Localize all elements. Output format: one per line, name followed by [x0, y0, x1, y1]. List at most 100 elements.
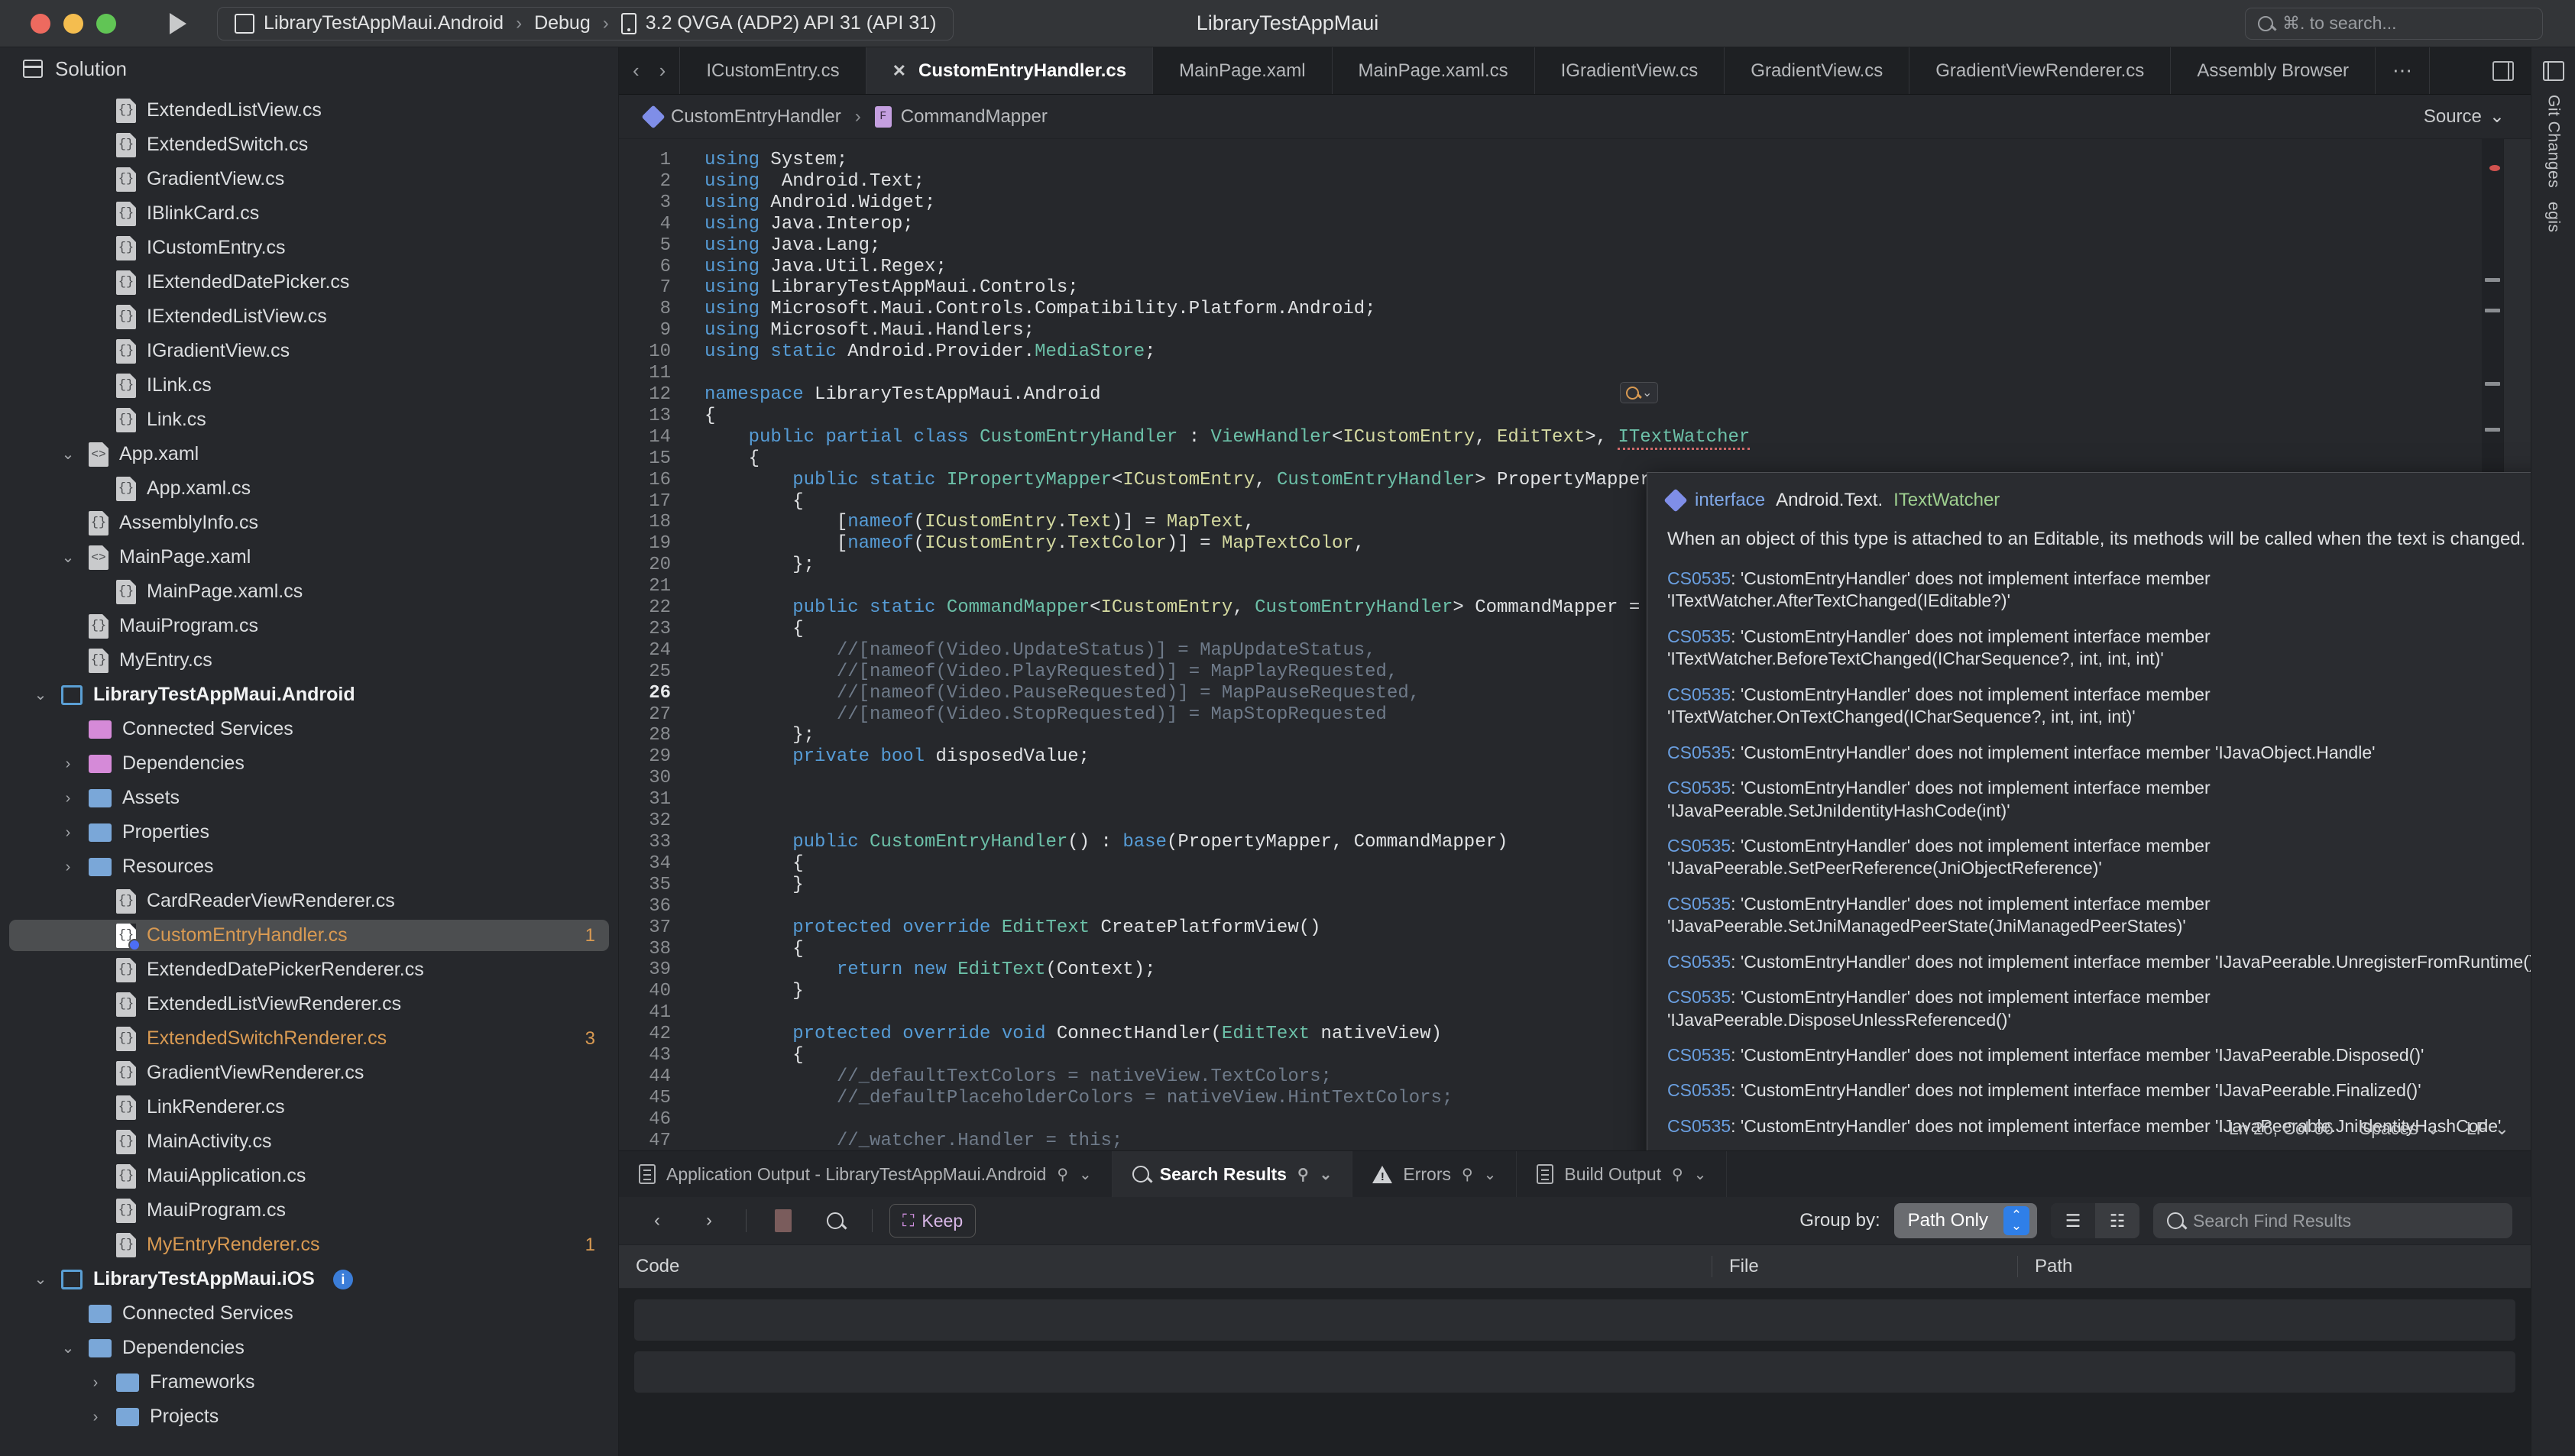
bottom-panel-tab[interactable]: Build Output ⚲ ⌄ — [1517, 1151, 1728, 1197]
solution-tree-item[interactable]: ⌄ Dependencies — [0, 1331, 618, 1365]
solution-tree-item[interactable]: {} ExtendedSwitch.cs — [0, 128, 618, 162]
bottom-panel-tab[interactable]: Search Results ⚲ ⌄ — [1112, 1151, 1353, 1197]
solution-tree-item[interactable]: {} ExtendedListViewRenderer.cs — [0, 987, 618, 1021]
solution-tree-item[interactable]: {} App.xaml.cs — [0, 471, 618, 506]
run-button[interactable] — [160, 6, 196, 41]
solution-tree-item[interactable]: {} IBlinkCard.cs — [0, 196, 618, 231]
maximize-window-button[interactable] — [96, 13, 116, 34]
tab-nav-next-button[interactable]: › — [659, 59, 666, 83]
solution-tree-item[interactable]: {} ExtendedListView.cs — [0, 93, 618, 128]
group-by-select[interactable]: Path Only ⌃ ⌄ — [1893, 1203, 2037, 1238]
pin-icon[interactable]: ⚲ — [1297, 1165, 1309, 1184]
chevron-down-icon[interactable]: ⌄ — [58, 1341, 78, 1356]
solution-tree-item[interactable]: Connected Services — [0, 712, 618, 746]
keep-results-button[interactable]: ⛶ Keep — [889, 1204, 977, 1238]
solution-tree-item[interactable]: ⌄ <> App.xaml — [0, 437, 618, 471]
editor-tab[interactable]: GradientViewRenderer.cs — [1909, 47, 2172, 94]
chevron-down-icon[interactable]: ⌄ — [58, 550, 78, 565]
stop-search-button[interactable] — [763, 1204, 803, 1238]
solution-tree[interactable]: {} ExtendedListView.cs {} ExtendedSwitch.cs… — [0, 90, 618, 1456]
solution-tree-item[interactable]: › Frameworks — [0, 1365, 618, 1399]
solution-tree-item[interactable]: ⌄ <> MainPage.xaml — [0, 540, 618, 574]
pin-icon[interactable]: ⚲ — [1057, 1165, 1068, 1184]
tab-nav-buttons[interactable]: ‹ › — [619, 47, 681, 94]
tab-overflow-button[interactable]: ⋯ — [2376, 47, 2431, 94]
code-editor[interactable]: 1 using System; 2 using Android.Text; 3 usi… — [619, 139, 2531, 1150]
solution-tree-item[interactable]: {} Link.cs — [0, 403, 618, 437]
solution-tree-item[interactable]: {} MainPage.xaml.cs — [0, 574, 618, 609]
breadcrumb-class[interactable]: CustomEntryHandler — [641, 104, 841, 129]
line-ending-selector[interactable]: LF ⌄ — [2466, 1118, 2509, 1139]
pin-icon[interactable]: ⚲ — [1672, 1165, 1683, 1184]
solution-tree-item[interactable]: ⌄ LibraryTestAppMaui.Android — [0, 678, 618, 712]
info-icon[interactable]: i — [332, 1269, 353, 1289]
view-grouped-button[interactable]: ☷ — [2095, 1203, 2139, 1238]
solution-tree-item[interactable]: {} IGradientView.cs — [0, 334, 618, 368]
results-list[interactable] — [619, 1289, 2531, 1456]
solution-tree-item[interactable]: {} CardReaderViewRenderer.cs — [0, 884, 618, 918]
chevron-right-icon[interactable]: › — [86, 1409, 105, 1425]
chevron-down-icon[interactable]: ⌄ — [1484, 1165, 1497, 1184]
solution-tree-item[interactable]: {} IExtendedDatePicker.cs — [0, 265, 618, 299]
solution-tree-item[interactable]: {} CustomEntryHandler.cs 1 — [0, 918, 618, 953]
chevron-right-icon[interactable]: › — [58, 791, 78, 806]
solution-tree-item[interactable]: › Dependencies — [0, 746, 618, 781]
pin-icon[interactable]: ⚲ — [1462, 1165, 1473, 1184]
solution-tree-item[interactable]: {} ExtendedSwitchRenderer.cs 3 — [0, 1021, 618, 1056]
column-header-code[interactable]: Code — [619, 1256, 1712, 1277]
close-window-button[interactable] — [31, 13, 50, 34]
find-results-input[interactable]: Search Find Results — [2153, 1203, 2512, 1238]
solution-tree-item[interactable]: {} GradientViewRenderer.cs — [0, 1056, 618, 1090]
error-lens-button[interactable]: ⌄ — [1620, 382, 1659, 403]
chevron-down-icon[interactable]: ⌄ — [31, 1272, 50, 1287]
git-changes-pad-button[interactable]: Git Changes — [2544, 95, 2563, 188]
window-controls[interactable] — [0, 13, 116, 34]
solution-tree-item[interactable]: ⌄ LibraryTestAppMaui.iOS i — [0, 1262, 618, 1296]
new-search-button[interactable] — [815, 1204, 855, 1238]
solution-tree-item[interactable]: {} ExtendedDatePickerRenderer.cs — [0, 953, 618, 987]
chevron-right-icon[interactable]: › — [86, 1375, 105, 1390]
chevron-down-icon[interactable]: ⌄ — [1320, 1165, 1333, 1184]
chevron-down-icon[interactable]: ⌄ — [31, 688, 50, 703]
chevron-right-icon[interactable]: › — [58, 859, 78, 875]
indent-selector[interactable]: Spaces ⌄ — [2360, 1118, 2441, 1139]
solution-tree-item[interactable]: {} GradientView.cs — [0, 162, 618, 196]
solution-tree-item[interactable]: {} AssemblyInfo.cs — [0, 506, 618, 540]
tab-nav-prev-button[interactable]: ‹ — [633, 59, 640, 83]
results-view-toggle[interactable]: ☰ ☷ — [2051, 1203, 2139, 1238]
view-flat-button[interactable]: ☰ — [2051, 1203, 2095, 1238]
editor-tab[interactable]: MainPage.xaml — [1153, 47, 1333, 94]
solution-tree-item[interactable]: {} MauiApplication.cs — [0, 1159, 618, 1193]
solution-tree-item[interactable]: {} MauiProgram.cs — [0, 609, 618, 643]
solution-tree-item[interactable]: {} ICustomEntry.cs — [0, 231, 618, 265]
editor-tab[interactable]: ICustomEntry.cs — [680, 47, 866, 94]
solution-tree-item[interactable]: {} MyEntryRenderer.cs 1 — [0, 1228, 618, 1262]
editor-tab[interactable]: GradientView.cs — [1725, 47, 1910, 94]
list-item[interactable] — [634, 1351, 2515, 1393]
chevron-right-icon[interactable]: › — [58, 825, 78, 840]
solution-tree-item[interactable]: › Assets — [0, 781, 618, 815]
source-view-selector[interactable]: Source ⌄ — [2424, 105, 2505, 128]
run-target-selector[interactable]: LibraryTestAppMaui.Android › Debug › 3.2… — [217, 6, 954, 40]
panel-icon[interactable] — [2542, 61, 2564, 81]
error-marker[interactable] — [2489, 165, 2500, 171]
chevron-down-icon[interactable]: ⌄ — [1079, 1165, 1092, 1184]
solution-tree-item[interactable]: {} LinkRenderer.cs — [0, 1090, 618, 1124]
column-header-file[interactable]: File — [1712, 1256, 2017, 1277]
bottom-panel-tabs[interactable]: Application Output - LibraryTestAppMaui.… — [619, 1151, 2531, 1197]
chevron-down-icon[interactable]: ⌄ — [58, 447, 78, 462]
breadcrumb-member[interactable]: F CommandMapper — [874, 105, 1048, 128]
editor-tab[interactable]: MainPage.xaml.cs — [1333, 47, 1535, 94]
chevron-down-icon[interactable]: ⌄ — [1694, 1165, 1707, 1184]
chevron-right-icon[interactable]: › — [58, 756, 78, 772]
editor-tab[interactable]: Assembly Browser — [2171, 47, 2376, 94]
next-result-button[interactable]: › — [689, 1204, 729, 1238]
bottom-panel-tab[interactable]: Errors ⚲ ⌄ — [1352, 1151, 1517, 1197]
solution-tree-item[interactable]: Connected Services — [0, 1296, 618, 1331]
solution-tree-item[interactable]: {} MauiProgram.cs — [0, 1193, 618, 1228]
solution-tree-item[interactable]: › Resources — [0, 849, 618, 884]
column-header-path[interactable]: Path — [2017, 1256, 2531, 1277]
solution-tree-item[interactable]: {} IExtendedListView.cs — [0, 299, 618, 334]
solution-tree-item[interactable]: › Projects — [0, 1399, 618, 1434]
minimize-window-button[interactable] — [63, 13, 83, 34]
